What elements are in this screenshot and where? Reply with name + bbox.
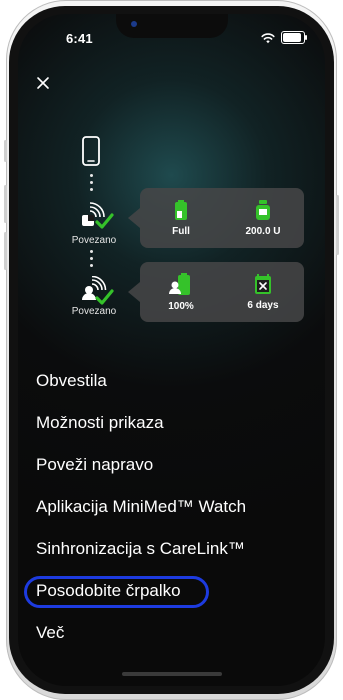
phone-volume-down-button [4,232,7,270]
camera-dot [131,21,137,27]
phone-side-button [4,140,7,162]
menu-item-vec[interactable]: Več [36,612,306,654]
pump-battery-stat: Full [140,188,222,248]
menu-item-obvestila[interactable]: Obvestila [36,360,306,402]
sensor-connected-icon [82,276,114,305]
sensor-life-value: 6 days [247,299,279,311]
insulin-reservoir-icon [256,199,270,220]
home-indicator [122,672,222,676]
sensor-life-stat: 6 days [222,262,304,322]
reservoir-stat: 200.0 U [222,188,304,248]
status-icons [261,31,307,44]
pump-connected-icon [82,202,114,229]
sensor-battery-stat: 100% [140,262,222,322]
highlight-outline [24,576,209,608]
close-icon[interactable] [34,74,52,92]
sensor-battery-value: 100% [168,300,194,312]
menu-item-povezi-napravo[interactable]: Poveži napravo [36,444,306,486]
pump-stats-card: Full 200.0 U [128,188,304,248]
reservoir-value: 200.0 U [245,225,281,237]
sensor-calendar-icon [255,273,271,294]
phone-volume-up-button [4,185,7,223]
notch [116,14,228,38]
menu-item-carelink-sync[interactable]: Sinhronizacija s CareLink™ [36,528,306,570]
menu-item-moznosti-prikaza[interactable]: Možnosti prikaza [36,402,306,444]
battery-icon [281,31,307,44]
status-time: 6:41 [66,31,93,46]
phone-battery-icon [175,199,187,220]
connection-dots-2 [90,250,93,271]
sensor-status-label: Povezano [71,306,117,317]
smartphone-icon [82,136,100,166]
wifi-icon [261,32,275,43]
connection-dots [90,174,93,195]
sensor-battery-icon [169,272,190,295]
phone-power-button [336,195,339,255]
pump-battery-value: Full [172,225,190,237]
pump-status-label: Povezano [71,235,117,246]
sensor-stats-card: 100% 6 days [128,262,304,322]
menu-item-minimed-watch[interactable]: Aplikacija MiniMed™ Watch [36,486,306,528]
settings-menu: Obvestila Možnosti prikaza Poveži naprav… [36,360,306,654]
